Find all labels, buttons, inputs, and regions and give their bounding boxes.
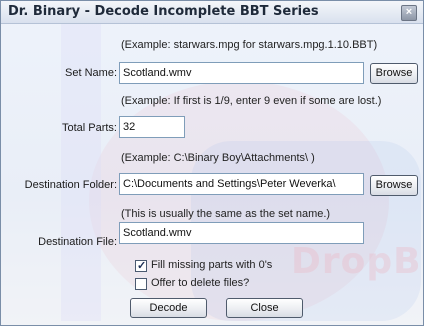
close-button[interactable]: Close bbox=[226, 298, 303, 318]
decode-dialog: DropB Dr. Binary - Decode Incomplete BBT… bbox=[0, 0, 424, 326]
total-parts-hint: (Example: If first is 1/9, enter 9 even … bbox=[121, 95, 382, 107]
set-name-label: Set Name: bbox=[65, 67, 117, 79]
destination-file-label: Destination File: bbox=[38, 236, 117, 248]
total-parts-label: Total Parts: bbox=[61, 122, 117, 134]
decode-button[interactable]: Decode bbox=[130, 298, 207, 318]
watermark-text: DropB bbox=[291, 241, 422, 282]
window-title: Dr. Binary - Decode Incomplete BBT Serie… bbox=[8, 4, 319, 19]
set-name-input[interactable] bbox=[119, 62, 364, 84]
checkmark-icon: ✓ bbox=[137, 260, 147, 272]
destination-folder-label: Destination Folder: bbox=[24, 179, 117, 191]
fill-missing-checkbox[interactable]: ✓ bbox=[135, 260, 147, 272]
title-bar: Dr. Binary - Decode Incomplete BBT Serie… bbox=[1, 1, 423, 24]
fill-missing-label: Fill missing parts with 0's bbox=[151, 259, 273, 271]
watermark-shape bbox=[61, 21, 101, 321]
set-name-browse-button[interactable]: Browse bbox=[370, 63, 418, 84]
destination-folder-hint: (Example: C:\Binary Boy\Attachments\ ) bbox=[121, 152, 315, 164]
destination-file-hint: (This is usually the same as the set nam… bbox=[121, 208, 331, 220]
close-icon[interactable]: × bbox=[401, 5, 417, 21]
destination-file-input[interactable] bbox=[119, 222, 364, 244]
set-name-hint: (Example: starwars.mpg for starwars.mpg.… bbox=[121, 39, 378, 51]
offer-delete-checkbox[interactable] bbox=[135, 278, 147, 290]
destination-folder-input[interactable] bbox=[119, 173, 364, 195]
offer-delete-label: Offer to delete files? bbox=[151, 277, 250, 289]
total-parts-input[interactable] bbox=[119, 116, 185, 138]
destination-folder-browse-button[interactable]: Browse bbox=[370, 175, 418, 196]
